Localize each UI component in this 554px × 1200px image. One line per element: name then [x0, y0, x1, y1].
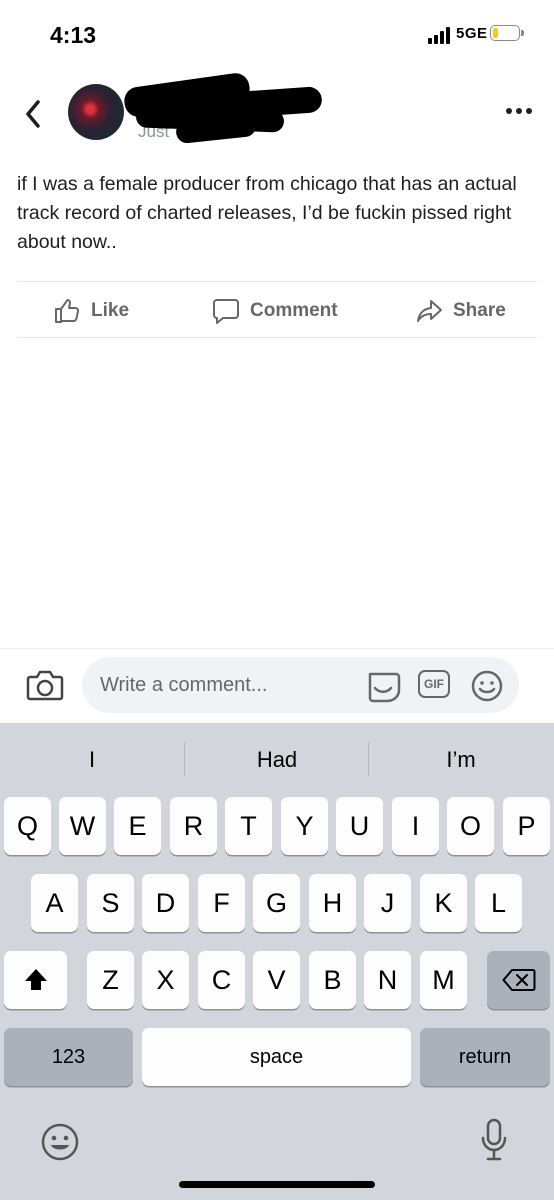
key-t[interactable]: T: [225, 797, 272, 855]
comment-label: Comment: [250, 300, 338, 321]
network-label: 5GE: [456, 25, 488, 42]
suggestion-2[interactable]: Had: [185, 738, 369, 782]
key-b[interactable]: B: [309, 951, 356, 1009]
key-j[interactable]: J: [364, 874, 411, 932]
comment-icon: [213, 299, 239, 324]
key-u[interactable]: U: [336, 797, 383, 855]
key-i[interactable]: I: [392, 797, 439, 855]
delete-icon: [502, 969, 535, 991]
comment-input[interactable]: [82, 657, 519, 713]
key-e[interactable]: E: [114, 797, 161, 855]
emoji-keyboard-icon[interactable]: [40, 1122, 80, 1162]
battery-icon: [490, 25, 520, 41]
status-time: 4:13: [50, 22, 97, 48]
share-button[interactable]: Share: [415, 296, 506, 326]
like-button[interactable]: Like: [53, 296, 129, 326]
shift-icon: [24, 969, 47, 990]
key-s[interactable]: S: [87, 874, 134, 932]
comment-button[interactable]: Comment: [212, 296, 338, 326]
key-v[interactable]: V: [253, 951, 300, 1009]
like-label: Like: [91, 300, 130, 321]
key-z[interactable]: Z: [87, 951, 134, 1009]
gif-button[interactable]: GIF: [418, 670, 450, 698]
key-d[interactable]: D: [142, 874, 189, 932]
share-icon: [417, 300, 442, 322]
key-y[interactable]: Y: [281, 797, 328, 855]
numbers-key[interactable]: 123: [4, 1028, 133, 1086]
shift-key[interactable]: [4, 951, 67, 1009]
key-x[interactable]: X: [142, 951, 189, 1009]
key-l[interactable]: L: [475, 874, 522, 932]
home-indicator: [179, 1181, 375, 1188]
key-c[interactable]: C: [198, 951, 245, 1009]
battery-tip: [521, 30, 524, 36]
key-p[interactable]: P: [503, 797, 550, 855]
return-key[interactable]: return: [420, 1028, 550, 1086]
key-k[interactable]: K: [420, 874, 467, 932]
more-options-icon[interactable]: [506, 108, 532, 116]
key-f[interactable]: F: [198, 874, 245, 932]
post-text: if I was a female producer from chicago …: [17, 173, 517, 253]
sticker-icon[interactable]: [364, 668, 402, 704]
like-icon: [55, 299, 80, 323]
key-h[interactable]: H: [309, 874, 356, 932]
divider: [17, 337, 537, 338]
signal-icon: [428, 26, 454, 44]
key-g[interactable]: G: [253, 874, 300, 932]
microphone-icon[interactable]: [480, 1118, 508, 1162]
space-key[interactable]: space: [142, 1028, 411, 1086]
key-a[interactable]: A: [31, 874, 78, 932]
key-o[interactable]: O: [447, 797, 494, 855]
camera-icon[interactable]: [26, 668, 64, 702]
share-label: Share: [453, 300, 506, 321]
suggestion-3[interactable]: I’m: [369, 738, 553, 782]
emoji-icon[interactable]: [470, 669, 504, 703]
suggestion-1[interactable]: I: [0, 738, 184, 782]
divider: [17, 281, 537, 282]
avatar[interactable]: [68, 84, 124, 140]
back-arrow-icon[interactable]: [22, 96, 46, 132]
key-m[interactable]: M: [420, 951, 467, 1009]
key-q[interactable]: Q: [4, 797, 51, 855]
delete-key[interactable]: [487, 951, 550, 1009]
key-n[interactable]: N: [364, 951, 411, 1009]
key-r[interactable]: R: [170, 797, 217, 855]
key-w[interactable]: W: [59, 797, 106, 855]
